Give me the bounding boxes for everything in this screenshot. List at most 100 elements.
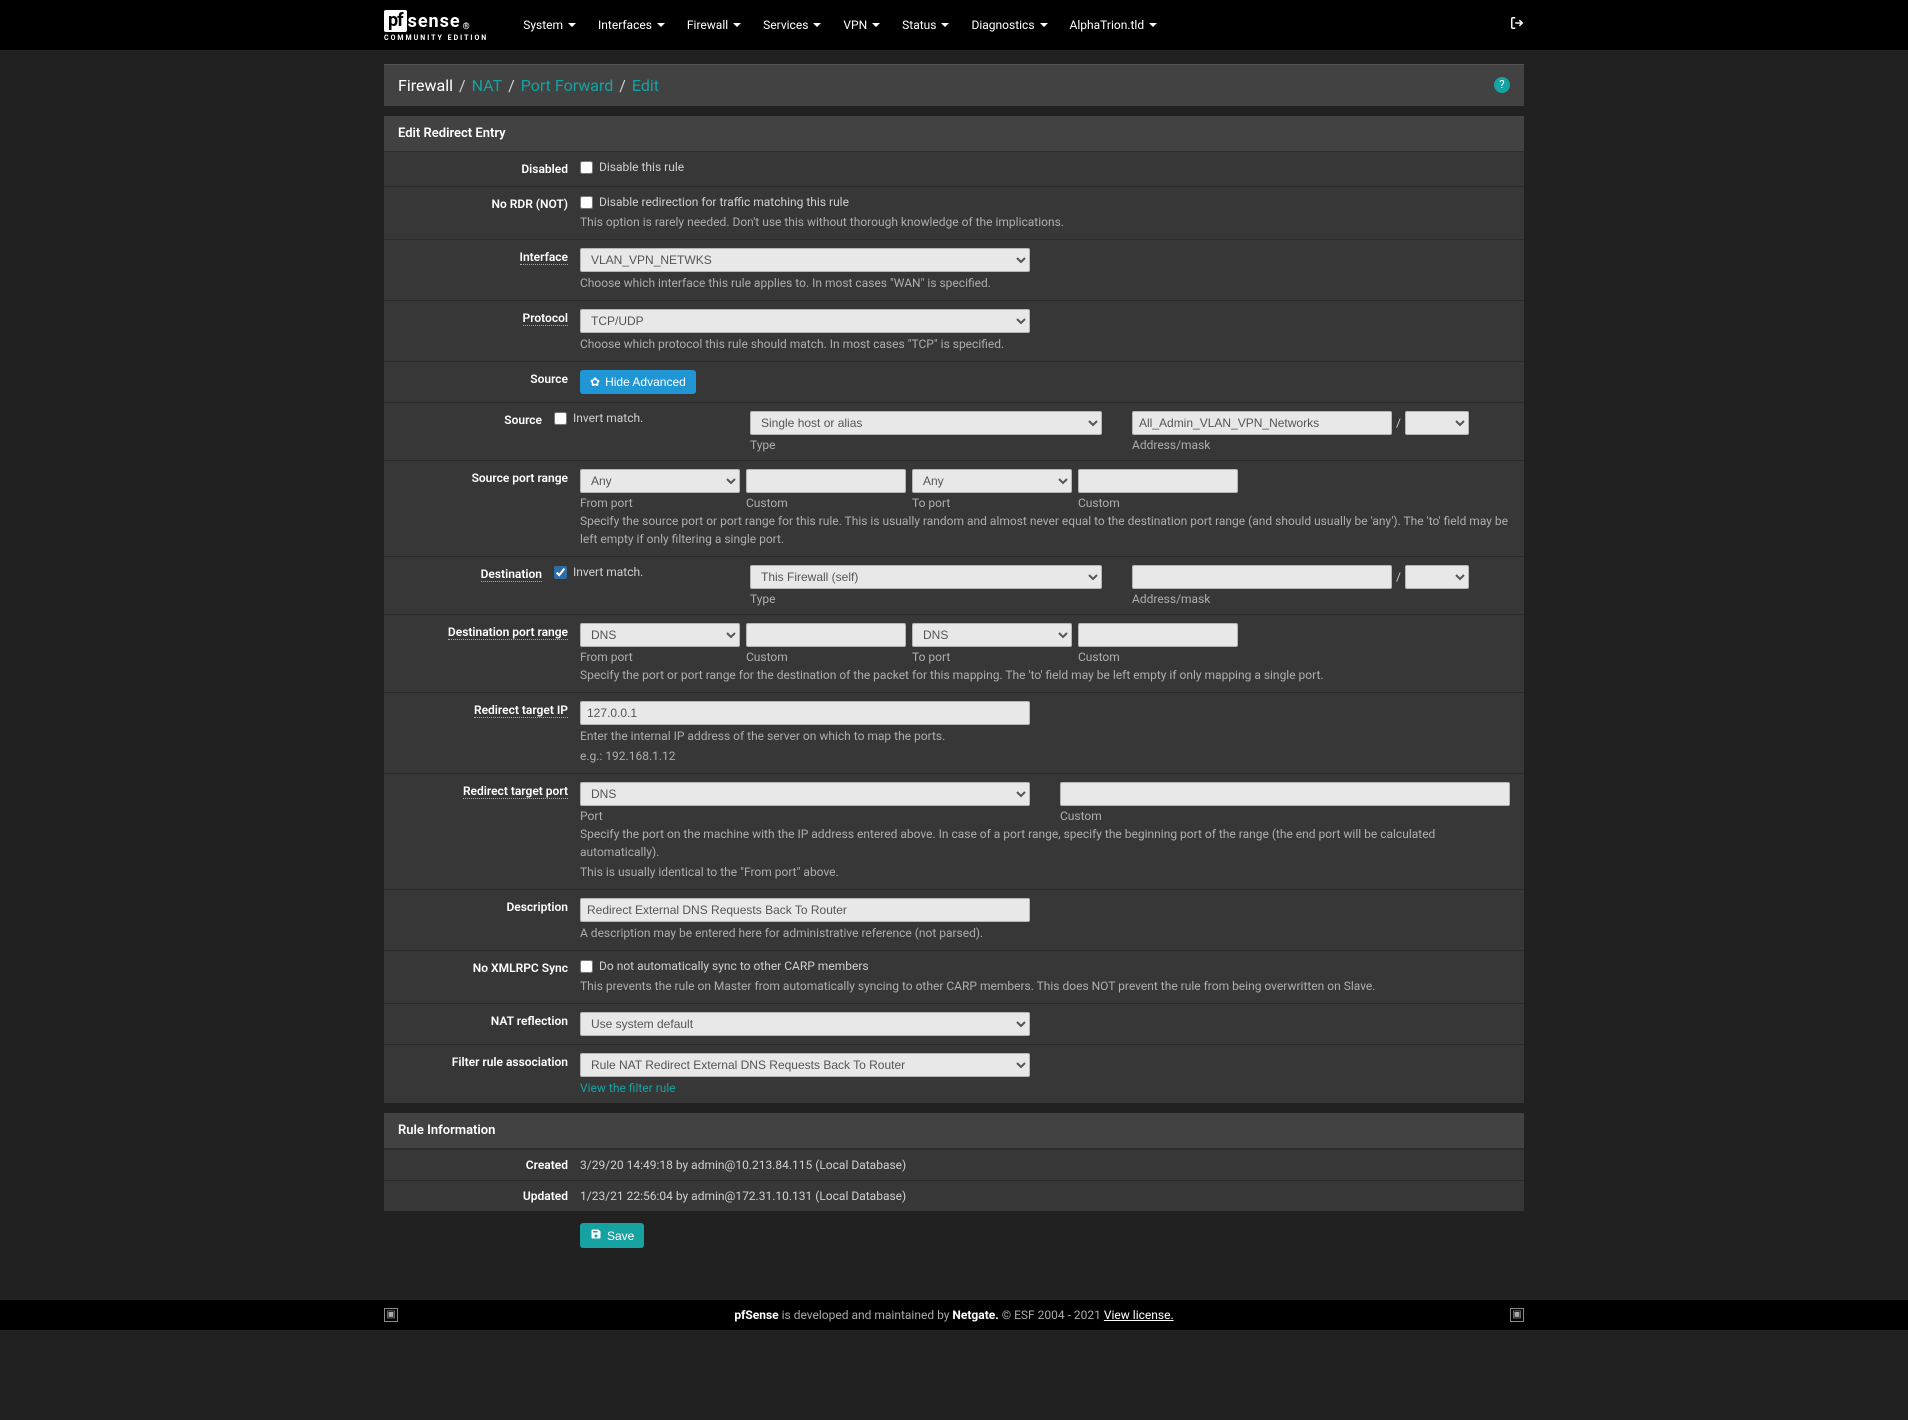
panel-rule-info: Rule Information Created 3/29/20 14:49:1… <box>384 1113 1524 1211</box>
logo-sense: sense <box>408 11 461 32</box>
checkbox-src-invert[interactable] <box>554 412 567 425</box>
label-destination: Destination <box>384 565 554 581</box>
checkbox-nordr-text: Disable redirection for traffic matching… <box>599 195 849 209</box>
dest-invert-text: Invert match. <box>573 565 643 579</box>
select-redirect-port[interactable]: DNS <box>580 782 1030 806</box>
caret-icon <box>568 23 576 27</box>
select-dest-from-port[interactable]: DNS <box>580 623 740 647</box>
caret-icon <box>657 23 665 27</box>
label-protocol: Protocol <box>384 309 580 325</box>
label-source: Source <box>384 411 554 427</box>
save-button[interactable]: Save <box>580 1223 644 1248</box>
select-dest-mask[interactable] <box>1405 565 1469 589</box>
breadcrumb: Firewall / NAT / Port Forward / Edit ? <box>384 64 1524 106</box>
input-src-addr[interactable] <box>1132 411 1392 435</box>
nav-interfaces[interactable]: Interfaces <box>588 12 675 38</box>
select-protocol[interactable]: TCP/UDP <box>580 309 1030 333</box>
logout-icon[interactable] <box>1510 16 1524 34</box>
nav-diagnostics[interactable]: Diagnostics <box>961 12 1057 38</box>
src-invert-text: Invert match. <box>573 411 643 425</box>
footer-right-icon[interactable] <box>1510 1308 1524 1322</box>
logo-pf: pf <box>384 10 407 32</box>
top-nav: pf sense ® COMMUNITY EDITION System Inte… <box>0 0 1908 50</box>
label-disabled: Disabled <box>384 160 580 176</box>
input-description[interactable] <box>580 898 1030 922</box>
label-nordr: No RDR (NOT) <box>384 195 580 211</box>
caret-icon <box>941 23 949 27</box>
input-dest-from-custom[interactable] <box>746 623 906 647</box>
nav-firewall[interactable]: Firewall <box>677 12 751 38</box>
value-updated: 1/23/21 22:56:04 by admin@172.31.10.131 … <box>580 1189 1524 1203</box>
sublabel-src-addrmask: Address/mask <box>1132 438 1512 452</box>
caret-icon <box>872 23 880 27</box>
value-created: 3/29/20 14:49:18 by admin@10.213.84.115 … <box>580 1158 1524 1172</box>
crumb-port-forward[interactable]: Port Forward <box>521 76 614 95</box>
help-dest-range: Specify the port or port range for the d… <box>580 666 1512 684</box>
label-created: Created <box>384 1158 580 1172</box>
panel-title: Edit Redirect Entry <box>384 116 1524 152</box>
help-icon[interactable]: ? <box>1494 77 1510 93</box>
hide-advanced-button[interactable]: ✿ Hide Advanced <box>580 370 696 394</box>
label-noxml: No XMLRPC Sync <box>384 959 580 975</box>
nav-system[interactable]: System <box>513 12 586 38</box>
select-filter-assoc[interactable]: Rule NAT Redirect External DNS Requests … <box>580 1053 1030 1077</box>
crumb-nat[interactable]: NAT <box>472 76 503 95</box>
nav-vpn[interactable]: VPN <box>833 12 890 38</box>
footer-text: pfSense is developed and maintained by N… <box>398 1308 1510 1322</box>
crumb-edit[interactable]: Edit <box>632 76 659 95</box>
checkbox-noxml[interactable] <box>580 960 593 973</box>
input-redirect-port-custom[interactable] <box>1060 782 1510 806</box>
label-redirect-port: Redirect target port <box>384 782 580 798</box>
nav-status[interactable]: Status <box>892 12 959 38</box>
gear-icon: ✿ <box>590 375 600 389</box>
caret-icon <box>733 23 741 27</box>
select-src-type[interactable]: Single host or alias <box>750 411 1102 435</box>
nav-hostname[interactable]: AlphaTrion.tld <box>1060 12 1168 38</box>
footer: pfSense is developed and maintained by N… <box>0 1300 1908 1330</box>
label-dest-port-range: Destination port range <box>384 623 580 639</box>
view-filter-rule-link[interactable]: View the filter rule <box>580 1081 676 1095</box>
input-src-to-custom[interactable] <box>1078 469 1238 493</box>
label-src-port-range: Source port range <box>384 469 580 485</box>
input-dest-to-custom[interactable] <box>1078 623 1238 647</box>
panel-edit-redirect: Edit Redirect Entry Disabled Disable thi… <box>384 116 1524 1103</box>
label-source-btn: Source <box>384 370 580 386</box>
checkbox-nordr[interactable] <box>580 196 593 209</box>
select-dest-type[interactable]: This Firewall (self) <box>750 565 1102 589</box>
input-dest-addr[interactable] <box>1132 565 1392 589</box>
page-container: Firewall / NAT / Port Forward / Edit ? E… <box>384 64 1524 1260</box>
label-updated: Updated <box>384 1189 580 1203</box>
select-dest-to-port[interactable]: DNS <box>912 623 1072 647</box>
label-interface: Interface <box>384 248 580 264</box>
help-interface: Choose which interface this rule applies… <box>580 274 1512 292</box>
label-description: Description <box>384 898 580 914</box>
input-redirect-ip[interactable] <box>580 701 1030 725</box>
caret-icon <box>1040 23 1048 27</box>
logo-subtitle: COMMUNITY EDITION <box>384 34 488 42</box>
checkbox-disabled-text: Disable this rule <box>599 160 684 174</box>
nav-services[interactable]: Services <box>753 12 831 38</box>
footer-left-icon[interactable] <box>384 1308 398 1322</box>
help-protocol: Choose which protocol this rule should m… <box>580 335 1512 353</box>
checkbox-dest-invert[interactable] <box>554 566 567 579</box>
select-src-mask[interactable] <box>1405 411 1469 435</box>
caret-icon <box>813 23 821 27</box>
caret-icon <box>1149 23 1157 27</box>
sublabel-src-type: Type <box>750 438 770 452</box>
select-interface[interactable]: VLAN_VPN_NETWKS <box>580 248 1030 272</box>
select-src-to-port[interactable]: Any <box>912 469 1072 493</box>
save-icon <box>590 1228 602 1243</box>
input-src-from-custom[interactable] <box>746 469 906 493</box>
view-license-link[interactable]: View license. <box>1104 1308 1174 1322</box>
crumb-firewall: Firewall <box>398 76 453 95</box>
help-nordr: This option is rarely needed. Don't use … <box>580 213 1512 231</box>
label-nat-refl: NAT reflection <box>384 1012 580 1028</box>
label-filter-assoc: Filter rule association <box>384 1053 580 1069</box>
panel2-title: Rule Information <box>384 1113 1524 1149</box>
checkbox-disabled[interactable] <box>580 161 593 174</box>
help-src-range: Specify the source port or port range fo… <box>580 512 1512 548</box>
select-nat-refl[interactable]: Use system default <box>580 1012 1030 1036</box>
select-src-from-port[interactable]: Any <box>580 469 740 493</box>
brand-logo[interactable]: pf sense ® COMMUNITY EDITION <box>384 8 488 42</box>
label-redirect-ip: Redirect target IP <box>384 701 580 717</box>
